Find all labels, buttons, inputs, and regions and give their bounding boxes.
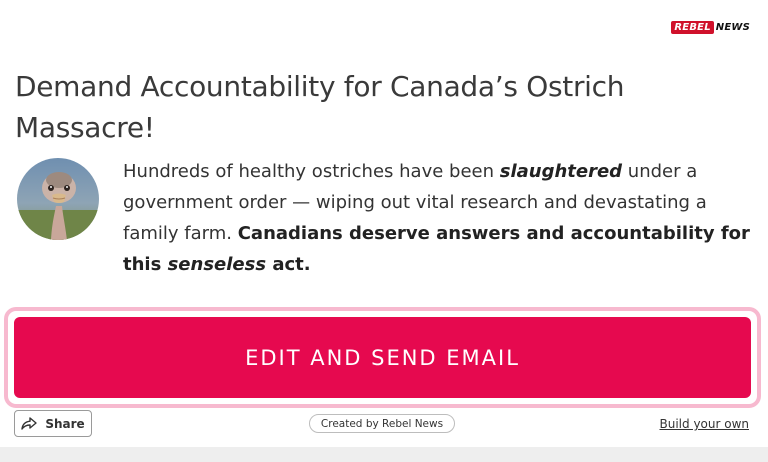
- description-bold-emphasis: senseless: [167, 254, 267, 275]
- campaign-description: Hundreds of healthy ostriches have been …: [123, 156, 753, 280]
- page-bottom-divider: [0, 447, 768, 462]
- ostrich-photo-icon: [17, 158, 99, 240]
- description-emphasis: slaughtered: [499, 161, 623, 182]
- logo-news-text: NEWS: [715, 22, 750, 33]
- description-text: Hundreds of healthy ostriches have been: [123, 161, 500, 182]
- rebel-news-logo: REBEL NEWS: [671, 21, 750, 34]
- logo-rebel-text: REBEL: [671, 21, 714, 34]
- campaign-title: Demand Accountability for Canada’s Ostri…: [15, 70, 625, 144]
- share-label: Share: [45, 416, 85, 431]
- cta-focus-ring: EDIT AND SEND EMAIL: [4, 307, 761, 408]
- build-your-own-link[interactable]: Build your own: [660, 417, 750, 431]
- share-arrow-icon: [21, 417, 38, 430]
- description-bold: act.: [266, 254, 311, 275]
- share-button[interactable]: Share: [14, 410, 92, 437]
- created-by-badge: Created by Rebel News: [309, 414, 455, 433]
- ostrich-avatar: [17, 158, 99, 240]
- edit-and-send-email-button[interactable]: EDIT AND SEND EMAIL: [14, 317, 751, 398]
